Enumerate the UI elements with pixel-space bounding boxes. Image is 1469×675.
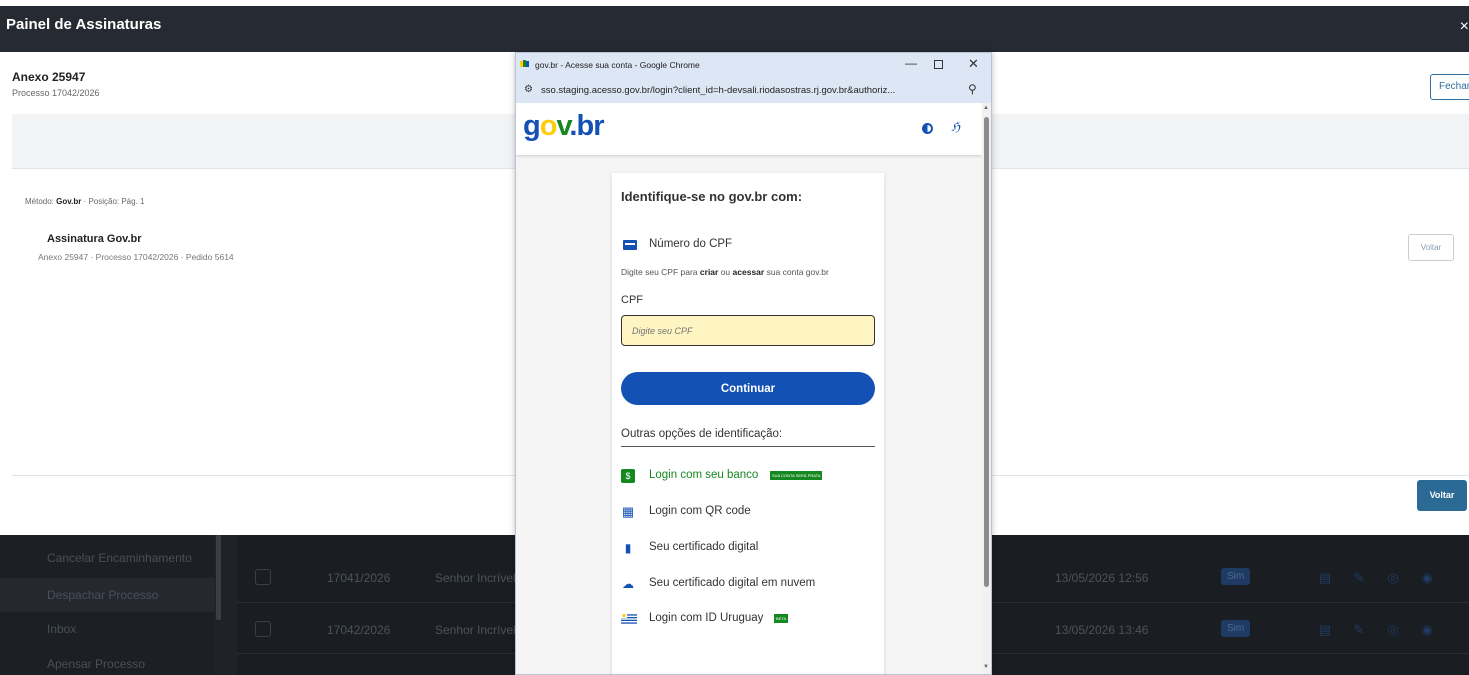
login-card: Identifique-se no gov.br com: Número do … <box>612 173 884 674</box>
cpf-input[interactable] <box>621 315 875 346</box>
comment-icon[interactable]: ◎ <box>1385 622 1401 638</box>
scroll-up-icon[interactable]: ▲ <box>983 105 989 111</box>
help-acessar: acessar <box>732 267 765 277</box>
window-title: gov.br - Acesse sua conta - Google Chrom… <box>535 60 700 70</box>
close-icon[interactable]: × <box>1460 18 1469 36</box>
chrome-popup-window: gov.br - Acesse sua conta - Google Chrom… <box>515 52 992 675</box>
attachment-icon[interactable]: ✎ <box>1351 622 1367 638</box>
login-qrcode-option[interactable]: ▦ Login com QR code <box>621 503 875 521</box>
contrast-icon[interactable] <box>922 123 933 134</box>
modal-title: Painel de Assinaturas <box>6 16 162 33</box>
cpf-option-label: Número do CPF <box>649 238 733 250</box>
logo-letter-o: o <box>539 110 558 142</box>
page-scrollbar[interactable]: ▲ ▼ <box>982 103 991 674</box>
prata-badge: SUA CONTA SERÁ PRATA <box>770 471 823 480</box>
view-icon[interactable]: ◉ <box>1419 622 1435 638</box>
cell-processo: 17041/2026 <box>327 571 391 585</box>
status-badge: Sim <box>1221 620 1251 637</box>
site-settings-icon[interactable]: ⚙ <box>524 84 533 95</box>
modal-header: Painel de Assinaturas × <box>0 6 1469 52</box>
sidebar-scrollbar[interactable] <box>216 535 221 620</box>
card-title: Identifique-se no gov.br com: <box>621 189 803 204</box>
comment-icon[interactable]: ◎ <box>1385 570 1401 586</box>
govbr-favicon-icon <box>520 60 529 67</box>
uruguay-flag-icon <box>621 613 637 625</box>
option-label: Login com QR code <box>649 505 751 517</box>
beta-badge: BETA <box>774 614 789 623</box>
cell-processo: 17042/2026 <box>327 623 391 637</box>
bank-icon: $ <box>621 469 635 483</box>
cloud-icon: ☁ <box>622 577 634 591</box>
address-bar[interactable]: ⚙ sso.staging.acesso.gov.br/login?client… <box>516 77 991 103</box>
accessibility-icon[interactable]: ℌ <box>951 120 960 134</box>
close-icon[interactable]: ✕ <box>968 56 979 72</box>
cell-interessado: Senhor Incrível <box>435 571 516 585</box>
metodo-prefix: Método: <box>25 197 57 206</box>
logo-letter-g: g <box>523 110 541 142</box>
govbr-page: gov.br ℌ Identifique-se no gov.br com: N… <box>516 103 982 674</box>
id-uruguay-option[interactable]: Login com ID Uruguay BETA <box>621 610 875 628</box>
option-label: Seu certificado digital <box>649 541 759 553</box>
voltar-button[interactable]: Voltar <box>1417 480 1467 511</box>
logo-letter-v: v <box>556 110 570 142</box>
background-sidebar: Cancelar Encaminhamento Despachar Proces… <box>0 535 215 675</box>
help-criar: criar <box>699 267 719 277</box>
logo-br: br <box>576 110 604 142</box>
fechar-button[interactable]: Fechar <box>1430 74 1469 100</box>
assinatura-subtitle: Anexo 25947 · Processo 17042/2026 · Pedi… <box>38 252 234 262</box>
govbr-logo: gov.br <box>523 110 604 143</box>
cell-data: 13/05/2026 13:46 <box>1055 623 1149 637</box>
document-icon[interactable]: ▤ <box>1317 570 1333 586</box>
anexo-title: Anexo 25947 <box>12 70 86 84</box>
help-part: sua conta gov.br <box>764 267 829 277</box>
qr-code-icon: ▦ <box>621 504 635 519</box>
maximize-icon[interactable] <box>934 60 943 69</box>
metodo-value: Gov.br <box>56 197 82 206</box>
continuar-button[interactable]: Continuar <box>621 372 875 405</box>
window-titlebar[interactable]: gov.br - Acesse sua conta - Google Chrom… <box>516 53 991 77</box>
login-banco-option[interactable]: $ Login com seu banco SUA CONTA SERÁ PRA… <box>621 467 875 485</box>
cpf-field-label: CPF <box>621 294 643 306</box>
sidebar-item-apensar-processo[interactable]: Apensar Processo <box>47 657 145 671</box>
option-label: Login com seu banco <box>649 469 759 481</box>
location-icon[interactable]: ⚲ <box>968 82 977 96</box>
help-part: ou <box>718 267 733 277</box>
usb-token-icon: ▮ <box>624 541 632 555</box>
processo-subtitle: Processo 17042/2026 <box>12 88 100 98</box>
assinatura-title: Assinatura Gov.br <box>47 233 142 245</box>
metodo-line: Método: Gov.br · Posição: Pág. 1 <box>25 197 144 206</box>
sidebar-item-despachar-processo[interactable]: Despachar Processo <box>0 578 215 612</box>
divider <box>621 446 875 447</box>
document-icon[interactable]: ▤ <box>1317 622 1333 638</box>
cell-data: 13/05/2026 12:56 <box>1055 571 1149 585</box>
status-badge: Sim <box>1221 568 1251 585</box>
cpf-help-text: Digite seu CPF para criar ou acessar sua… <box>621 267 829 277</box>
help-part: Digite seu CPF para <box>621 267 700 277</box>
option-label: Login com ID Uruguay <box>649 612 764 624</box>
cell-interessado: Senhor Incrível <box>435 623 516 637</box>
certificado-nuvem-option[interactable]: ☁ Seu certificado digital em nuvem <box>621 575 875 593</box>
certificado-digital-option[interactable]: ▮ Seu certificado digital <box>621 539 875 557</box>
url-text[interactable]: sso.staging.acesso.gov.br/login?client_i… <box>541 85 961 96</box>
option-label: Seu certificado digital em nuvem <box>649 577 816 589</box>
govbr-header: gov.br ℌ <box>516 103 982 155</box>
row-checkbox[interactable] <box>255 569 271 585</box>
minimize-icon[interactable]: — <box>905 56 917 70</box>
metodo-suffix: · Posição: Pág. 1 <box>81 197 145 206</box>
sidebar-item-inbox[interactable]: Inbox <box>47 622 76 636</box>
view-icon[interactable]: ◉ <box>1419 570 1435 586</box>
other-options-heading: Outras opções de identificação: <box>621 428 783 440</box>
id-card-icon <box>623 240 637 250</box>
attachment-icon[interactable]: ✎ <box>1351 570 1367 586</box>
sidebar-item-cancelar-encaminhamento[interactable]: Cancelar Encaminhamento <box>47 551 192 565</box>
scroll-thumb[interactable] <box>984 117 989 587</box>
voltar-outline-button[interactable]: Voltar <box>1408 234 1454 261</box>
scroll-down-icon[interactable]: ▼ <box>983 664 989 670</box>
row-checkbox[interactable] <box>255 621 271 637</box>
